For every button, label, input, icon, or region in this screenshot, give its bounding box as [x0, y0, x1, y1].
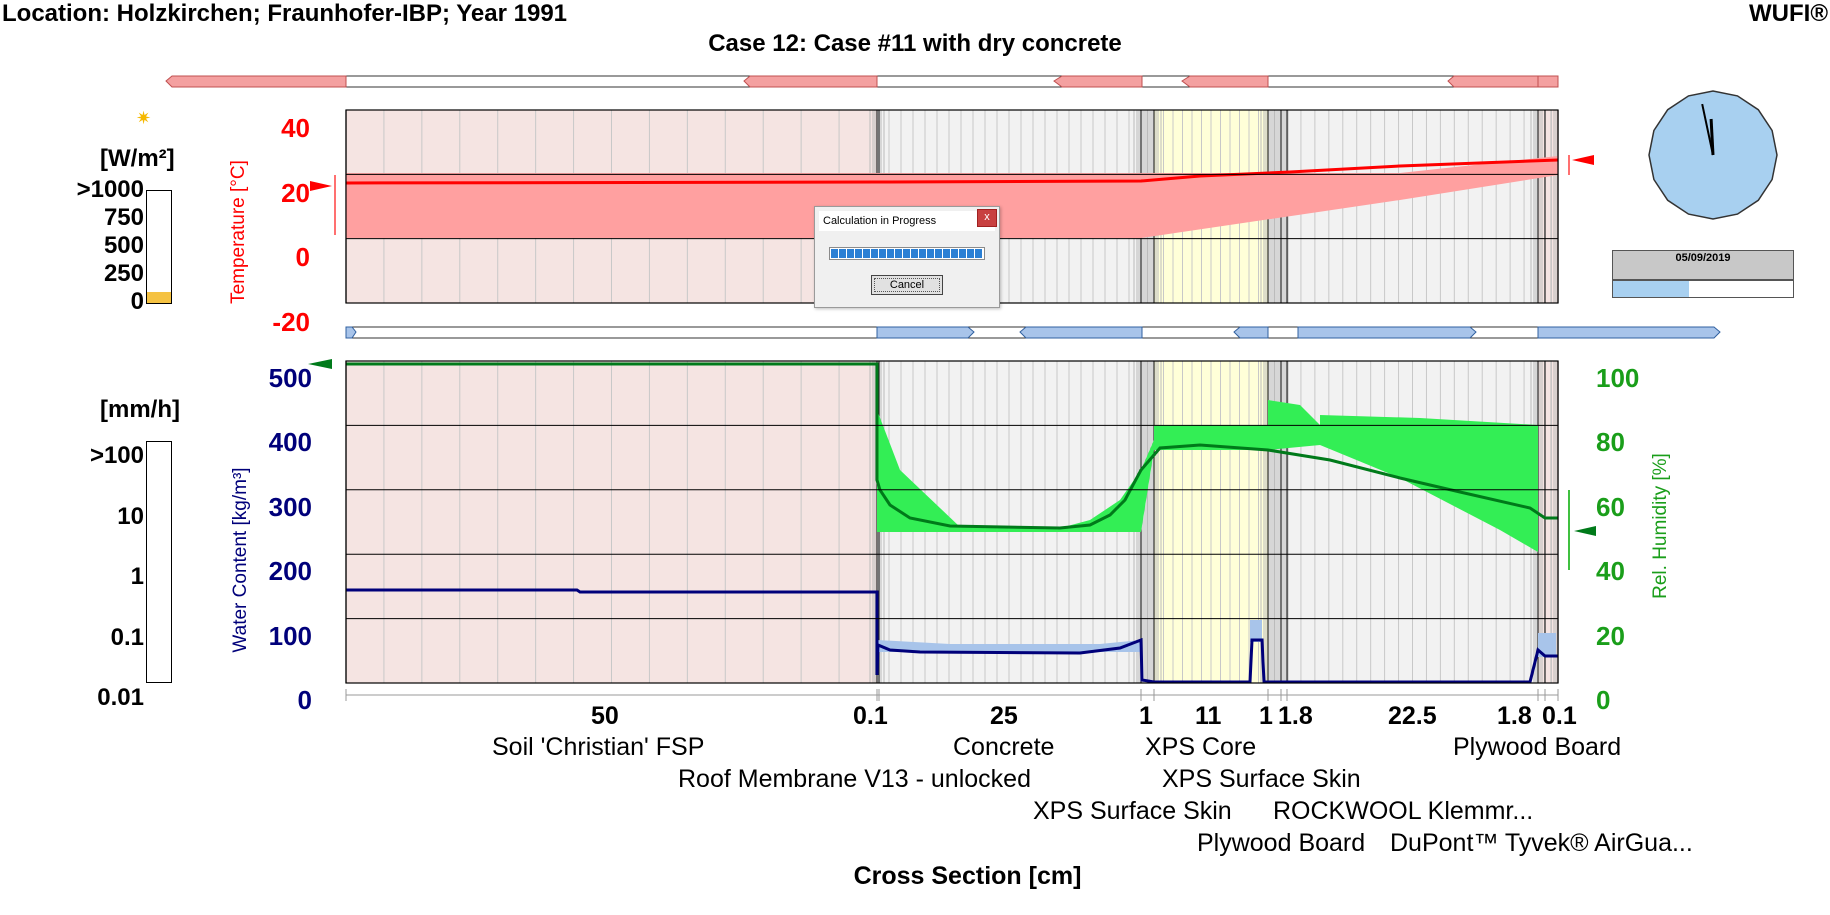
- cross-section-axis: [345, 689, 1559, 701]
- thickness-soil: 50: [591, 702, 619, 730]
- cancel-button[interactable]: Cancel: [871, 275, 943, 295]
- simulation-progress-fill: [1613, 281, 1689, 297]
- progress-block: [951, 249, 958, 258]
- heat-flux-arrow: [1537, 75, 1559, 88]
- dialog-title: Calculation in Progress: [819, 211, 995, 231]
- rel-humidity-right-marker: [1574, 526, 1596, 536]
- moisture-flux-arrow: [1233, 326, 1269, 339]
- thickness-xps-skin-2: 1: [1259, 702, 1273, 730]
- material-roof-membrane: Roof Membrane V13 - unlocked: [678, 765, 1031, 793]
- heat-flux-arrow: [1053, 75, 1143, 88]
- thickness-rockwool: 22.5: [1388, 702, 1437, 730]
- progress-block: [831, 249, 838, 258]
- moisture-plot: [308, 359, 1596, 684]
- material-tyvek: DuPont™ Tyvek® AirGua...: [1390, 829, 1693, 857]
- progress-block: [847, 249, 854, 258]
- moisture-flux-arrow: [1019, 326, 1143, 339]
- thickness-plywood: 1.8: [1278, 702, 1313, 730]
- thickness-plywood-2: 1.8: [1497, 702, 1532, 730]
- material-plywood-1: Plywood Board: [1197, 829, 1366, 857]
- progress-block: [959, 249, 966, 258]
- moisture-flux-arrow: [1537, 326, 1721, 339]
- heat-flux-track: [345, 75, 1559, 88]
- layer-plywood-bg: [1538, 110, 1558, 303]
- moisture-flux-arrow: [876, 326, 975, 339]
- moisture-flux-arrow: [1297, 326, 1477, 339]
- simulation-clock: [1648, 90, 1778, 220]
- thickness-membrane: 0.1: [853, 702, 888, 730]
- progress-block: [943, 249, 950, 258]
- progress-block: [871, 249, 878, 258]
- progress-block: [855, 249, 862, 258]
- progress-block: [863, 249, 870, 258]
- progress-block: [927, 249, 934, 258]
- simulation-date: 05/09/2019: [1612, 250, 1794, 280]
- temperature-right-marker: [1572, 155, 1594, 165]
- calculation-progress-dialog: Calculation in Progress x Cancel: [814, 206, 1000, 308]
- progress-block: [967, 249, 974, 258]
- thickness-xps-core: 11: [1195, 702, 1222, 730]
- heat-flux-arrow: [165, 75, 347, 88]
- thickness-tyvek: 0.1: [1542, 702, 1577, 730]
- progress-block: [887, 249, 894, 258]
- close-icon[interactable]: x: [977, 209, 997, 227]
- heat-flux-arrow: [1181, 75, 1269, 88]
- material-xps-skin-2: XPS Surface Skin: [1162, 765, 1361, 793]
- simulation-progress: [1612, 280, 1794, 298]
- thickness-concrete: 25: [990, 702, 1018, 730]
- progress-block: [879, 249, 886, 258]
- progress-block: [839, 249, 846, 258]
- material-plywood-2: Plywood Board: [1453, 733, 1622, 761]
- moisture-flux-bar: [345, 326, 1721, 339]
- material-xps-skin-1: XPS Surface Skin: [1033, 797, 1232, 825]
- material-rockwool: ROCKWOOL Klemmr...: [1273, 797, 1534, 825]
- material-concrete: Concrete: [953, 733, 1055, 761]
- progress-block: [935, 249, 942, 258]
- material-soil: Soil 'Christian' FSP: [492, 733, 705, 761]
- temperature-left-marker: [310, 181, 332, 191]
- heat-flux-arrow: [743, 75, 878, 88]
- heat-flux-bar: [165, 75, 1559, 88]
- material-xps-core: XPS Core: [1145, 733, 1257, 761]
- water-content-left-marker: [308, 359, 332, 369]
- thickness-xps-skin: 1: [1139, 702, 1153, 730]
- heat-flux-arrow: [1447, 75, 1539, 88]
- progress-block: [903, 249, 910, 258]
- progress-block: [911, 249, 918, 258]
- progress-block: [919, 249, 926, 258]
- cross-section-axis-label: Cross Section [cm]: [853, 862, 1082, 890]
- calculation-progress-bar: [829, 247, 985, 260]
- progress-block: [895, 249, 902, 258]
- progress-block: [975, 249, 982, 258]
